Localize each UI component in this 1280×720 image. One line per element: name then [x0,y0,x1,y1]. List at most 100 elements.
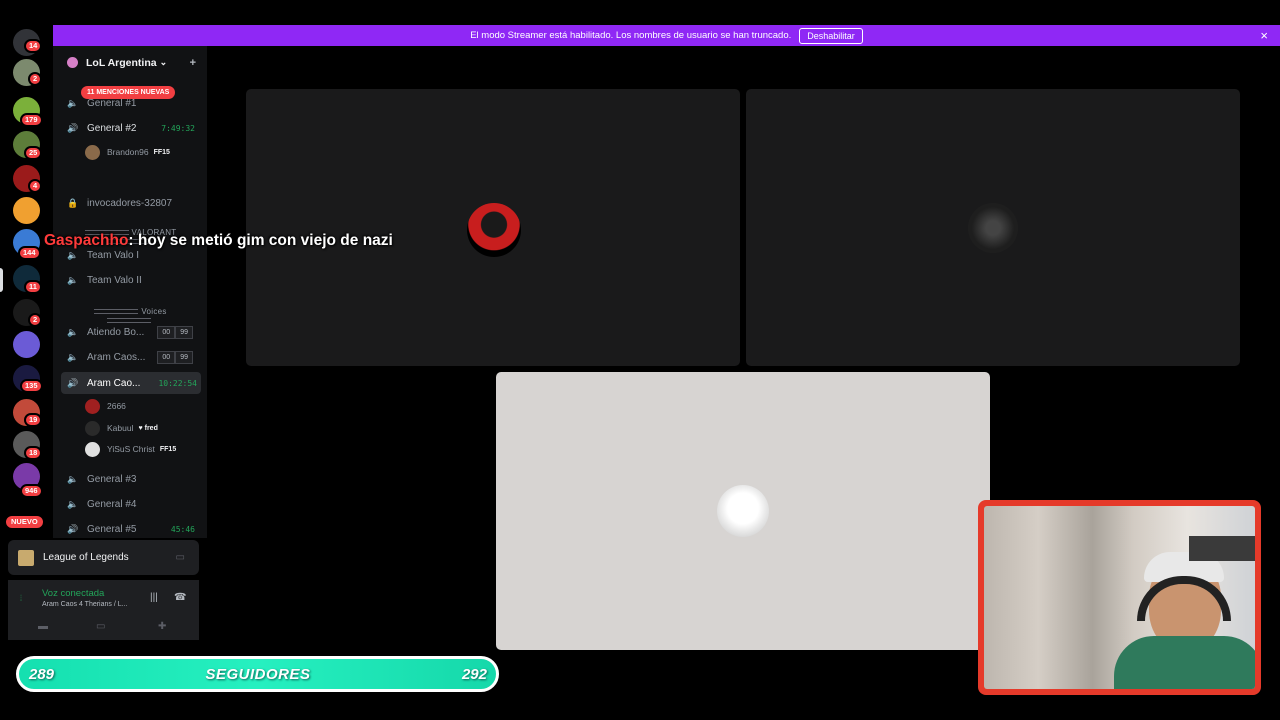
channel-general-2[interactable]: 🔊 General #2 7:49:32 [67,117,199,139]
voice-user-kabuul[interactable]: Kabuul ♥ fred [85,419,158,437]
channel-team-valo-2[interactable]: 🔈 Team Valo II [67,269,199,291]
speaker-icon: 🔈 [67,326,79,337]
avatar [968,203,1018,253]
user-tag: fred [144,424,158,432]
server-badge: 946 [20,484,43,498]
user-name: 2666 [107,401,126,411]
server-name: LoL Argentina [86,56,157,69]
activity-game-name: League of Legends [43,552,129,563]
voice-user-2666[interactable]: 2666 [85,397,126,415]
webcam-overlay [978,500,1261,695]
server-rail: 14 2 179 25 4 144 11 2 135 19 18 946 NUE… [0,25,53,545]
disable-streamer-button[interactable]: Deshabilitar [799,27,863,44]
activity-panel[interactable]: League of Legends ▭ [8,540,199,575]
screen-share-icon[interactable]: ▭ [176,552,185,563]
streamer-shirt [1114,636,1255,689]
follower-goal: 292 [461,665,487,683]
home-badge: 14 [24,39,43,53]
channel-label: Aram Cao... [87,377,141,389]
speaker-icon: 🔊 [67,377,79,388]
user-limit: 00 99 [157,350,193,364]
add-user-icon[interactable]: + [190,57,196,69]
voice-status-panel: ⦙ Voz conectada Aram Caos 4 Therians / L… [8,580,199,640]
server-badge: 179 [20,113,43,127]
speaker-icon: 🔈 [67,274,79,285]
avatar [467,203,521,257]
server-icon-9[interactable] [13,331,40,358]
speaker-icon: 🔈 [67,97,79,108]
channel-label: invocadores-32807 [87,197,173,209]
banner-text: El modo Streamer está habilitado. Los no… [470,30,792,41]
chat-overlay-message: Gaspachho: hoy se metió gim con viejo de… [0,232,393,250]
channel-general-3[interactable]: 🔈 General #3 [67,468,199,490]
channel-label: Team Valo II [87,274,142,286]
selected-server-pip [0,268,3,292]
speaker-icon: 🔈 [67,249,79,260]
user-tag: FF15 [153,148,170,156]
video-tile-2[interactable] [746,89,1240,366]
chevron-down-icon: ⌄ [159,57,168,67]
server-badge: 2 [28,72,43,86]
disconnect-icon[interactable]: ☎ [174,592,186,603]
server-badge: 135 [20,379,43,393]
new-badge: NUEVO [4,514,45,530]
channel-label: Team Valo I [87,249,140,261]
user-name: YiSuS Christ [107,444,155,454]
speaker-icon: 🔈 [67,351,79,362]
speaker-icon: 🔊 [67,523,79,534]
server-badge: 11 [24,280,42,294]
server-icon-5[interactable] [13,197,40,224]
avatar [85,144,100,160]
user-limit: 00 99 [157,325,193,339]
speaker-icon: 🔊 [67,122,79,133]
channel-aram-caos[interactable]: 🔈 Aram Caos... 00 99 [67,346,199,368]
new-mentions-pill[interactable]: 11 MENCIONES NUEVAS [81,86,176,99]
channel-label: General #5 [87,523,137,535]
webcam-feed [984,506,1255,689]
streamer-mode-banner: El modo Streamer está habilitado. Los no… [53,25,1280,46]
server-badge: 4 [28,179,43,193]
league-of-legends-icon [18,549,34,566]
channel-sidebar: LoL Argentina ⌄ + 🔈 General #1 11 MENCIO… [53,46,207,538]
follower-label: SEGUIDORES [205,665,311,683]
close-icon[interactable]: × [1260,28,1268,43]
voice-connected-label[interactable]: Voz conectada [42,588,104,599]
server-badge: 18 [24,446,43,460]
server-header[interactable]: LoL Argentina ⌄ + [53,46,207,79]
camera-off-icon[interactable]: ▬ [38,621,48,632]
channel-atiendo[interactable]: 🔈 Atiendo Bo... 00 99 [67,321,199,343]
channel-label: General #2 [87,122,137,134]
user-name: Brandon96 [107,147,149,157]
shelf-items [1189,536,1255,561]
follower-count: 289 [29,665,55,683]
lock-icon: 🔒 [67,197,79,208]
chat-user-name: Gaspachho [44,232,129,249]
voice-user-yisus[interactable]: YiSuS Christ FF15 [85,440,176,458]
avatar [85,441,100,457]
chat-message-text: : hoy se metió gim con viejo de nazi [128,232,393,249]
avatar [85,420,100,436]
avatar [85,398,100,414]
follower-goal-bar: 289 SEGUIDORES 292 [16,656,499,692]
channel-general-5[interactable]: 🔊 General #5 45:46 [67,518,199,538]
noise-suppression-icon[interactable]: ||| [150,592,158,603]
speaker-icon: 🔈 [67,498,79,509]
voice-channel-name[interactable]: Aram Caos 4 Therians / L... [42,601,127,608]
voice-user-brandon[interactable]: Brandon96 FF15 [85,143,170,161]
server-badge: 19 [24,413,43,427]
signal-icon: ⦙ [20,593,23,603]
channel-aram-caos-active[interactable]: 🔊 Aram Cao... 10:22:54 [61,372,201,394]
avatar [717,485,769,537]
channel-label: General #1 [87,97,137,109]
channel-general-4[interactable]: 🔈 General #4 [67,493,199,515]
speaker-icon: 🔈 [67,473,79,484]
activities-icon[interactable]: ✚ [158,621,166,632]
channel-label: General #4 [87,498,137,510]
channel-label: Atiendo Bo... [87,326,145,338]
video-tile-1[interactable] [246,89,740,366]
video-tile-3[interactable] [496,372,990,650]
channel-invocadores[interactable]: 🔒 invocadores-32807 [67,192,199,214]
channel-label: Aram Caos... [87,351,146,363]
user-tag: FF15 [159,445,177,453]
screen-share-icon[interactable]: ▭ [96,621,105,632]
